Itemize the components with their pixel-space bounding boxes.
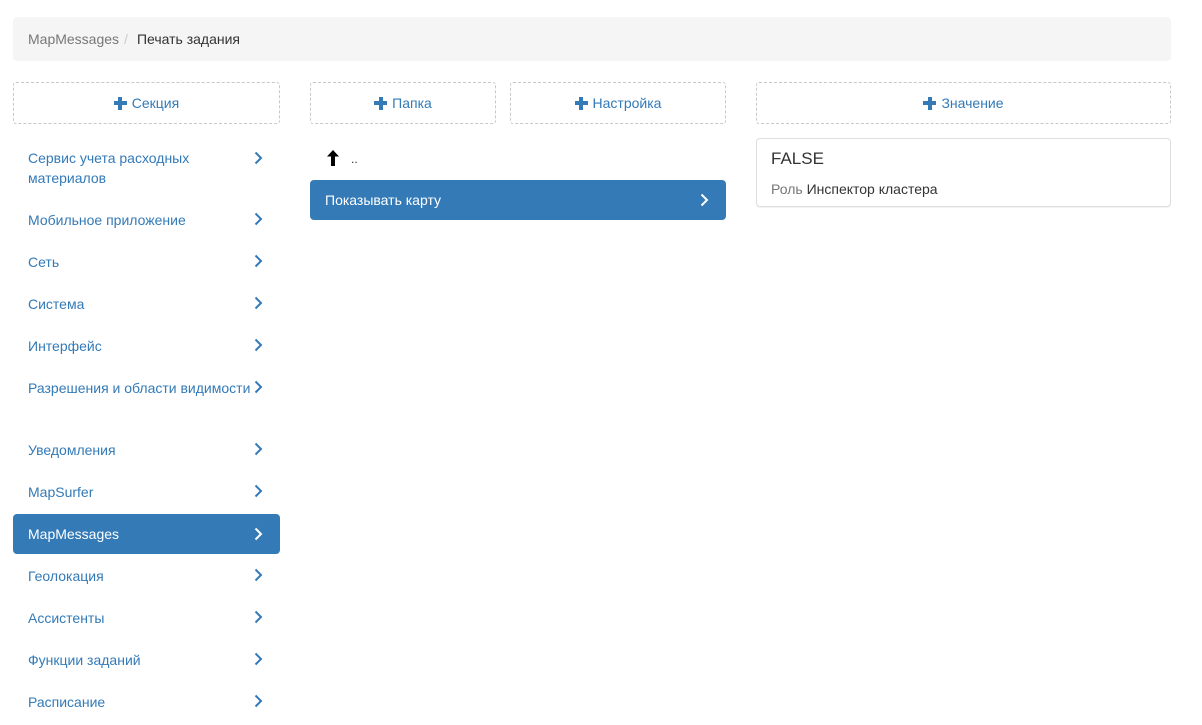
section-item-label: Уведомления [28,442,116,458]
section-item-label: Расписание [28,694,106,710]
breadcrumb-separator: / [124,31,128,47]
parent-folder-label: .. [351,152,358,166]
chevron-right-icon [254,296,263,310]
section-item-label: Ассистенты [28,610,105,626]
section-item-interface[interactable]: Интерфейс [13,336,280,356]
value-scope-value: Инспектор кластера [806,181,938,197]
breadcrumb-item-mapmessages[interactable]: MapMessages [28,31,119,47]
add-value-label: Значение [941,95,1004,111]
breadcrumb: MapMessages / Печать задания [13,17,1171,61]
chevron-right-icon [254,652,263,666]
section-item-mapmessages[interactable]: MapMessages [13,514,280,554]
plus-icon [374,96,388,110]
section-item-mobile-app[interactable]: Мобильное приложение [13,210,280,230]
chevron-right-icon [254,254,263,268]
add-folder-label: Папка [392,95,432,111]
section-item-mapsurfer[interactable]: MapSurfer [13,482,280,502]
chevron-right-icon [254,694,263,708]
add-setting-label: Настройка [592,95,662,111]
section-item-label: Сервис учета расходных материалов [28,150,190,186]
chevron-right-icon [254,212,263,226]
add-setting-button[interactable]: Настройка [510,82,726,124]
section-item-label: Интерфейс [28,338,102,354]
plus-icon [923,96,937,110]
section-item-notifications[interactable]: Уведомления [13,440,280,460]
add-folder-button[interactable]: Папка [310,82,496,124]
section-item-assistants[interactable]: Ассистенты [13,608,280,628]
chevron-right-icon [700,193,709,207]
value-text: FALSE [771,149,824,168]
breadcrumb-item-current: Печать задания [136,31,240,47]
setting-item-show-map[interactable]: Показывать карту [310,180,726,220]
add-section-button[interactable]: Секция [13,82,280,124]
parent-folder-link[interactable]: .. [310,146,726,170]
chevron-right-icon [254,338,263,352]
section-item-geolocation[interactable]: Геолокация [13,566,280,586]
section-item-permissions[interactable]: Разрешения и области видимости [13,378,280,418]
value-card[interactable]: FALSE Роль Инспектор кластера [756,138,1171,207]
section-item-label: Сеть [28,254,60,270]
setting-item-label: Показывать карту [325,192,442,208]
section-item-label: Разрешения и области видимости [28,380,251,396]
plus-icon [574,96,588,110]
section-item-system[interactable]: Система [13,294,280,314]
value-scope-label: Роль [771,181,803,197]
add-section-label: Секция [131,95,180,111]
chevron-right-icon [254,151,263,165]
section-item-supplies-service[interactable]: Сервис учета расходных материалов [13,148,280,190]
section-item-label: MapSurfer [28,484,94,500]
section-item-label: Функции заданий [28,652,141,668]
chevron-right-icon [254,568,263,582]
add-value-button[interactable]: Значение [756,82,1171,124]
arrow-up-icon [327,150,339,166]
chevron-right-icon [254,442,263,456]
section-item-network[interactable]: Сеть [13,252,280,272]
chevron-right-icon [254,380,263,394]
chevron-right-icon [254,527,263,541]
plus-icon [113,96,127,110]
section-item-task-functions[interactable]: Функции заданий [13,650,280,670]
section-item-label: MapMessages [28,526,120,542]
section-item-label: Система [28,296,85,312]
section-item-schedule[interactable]: Расписание [13,692,280,712]
section-item-label: Мобильное приложение [28,212,186,228]
section-item-label: Геолокация [28,568,104,584]
chevron-right-icon [254,484,263,498]
value-scope: Роль Инспектор кластера [771,180,938,198]
chevron-right-icon [254,610,263,624]
